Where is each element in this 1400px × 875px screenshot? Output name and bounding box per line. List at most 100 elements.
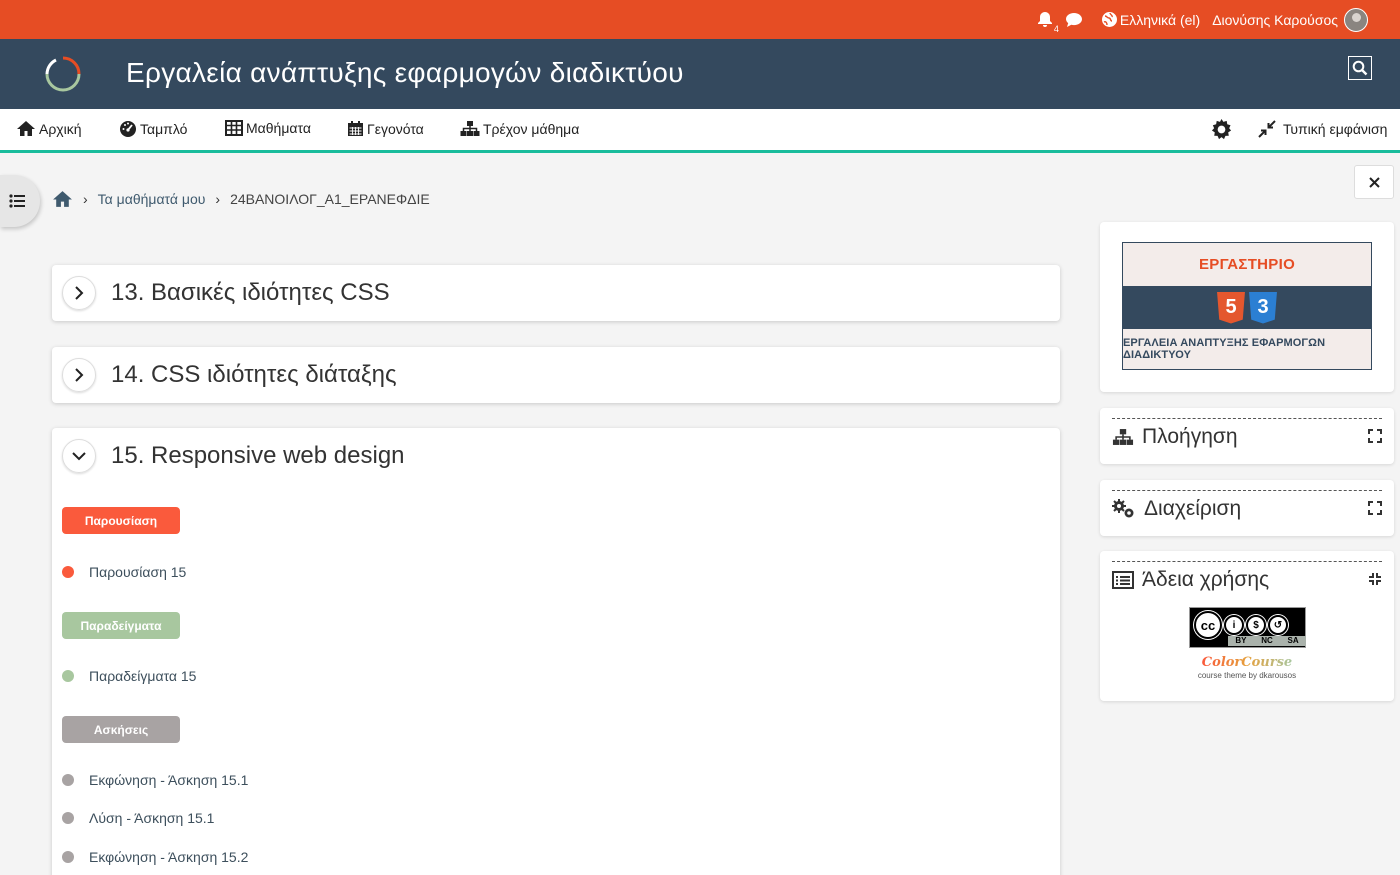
list-icon bbox=[9, 194, 25, 208]
nav-events[interactable]: Γεγονότα bbox=[347, 120, 424, 137]
activity-item[interactable]: Παραδείγματα 15 bbox=[62, 668, 196, 684]
course-section-14: 14. CSS ιδιότητες διάταξης bbox=[52, 347, 1060, 403]
administration-block: Διαχείριση bbox=[1100, 480, 1394, 536]
close-drawer-button[interactable] bbox=[1354, 165, 1394, 199]
activity-link[interactable]: Εκφώνηση - Άσκηση 15.2 bbox=[89, 849, 248, 865]
site-header: Εργαλεία ανάπτυξης εφαρμογών διαδικτύου bbox=[0, 39, 1400, 109]
site-title[interactable]: Εργαλεία ανάπτυξης εφαρμογών διαδικτύου bbox=[126, 57, 684, 89]
course-section-13: 13. Βασικές ιδιότητες CSS bbox=[52, 265, 1060, 321]
section-title[interactable]: 13. Βασικές ιδιότητες CSS bbox=[111, 279, 390, 307]
section-header[interactable]: 14. CSS ιδιότητες διάταξης bbox=[52, 347, 1060, 403]
nav-dashboard[interactable]: Ταμπλό bbox=[119, 120, 187, 138]
settings-button[interactable] bbox=[1210, 118, 1236, 141]
nav-courses[interactable]: Μαθήματα bbox=[225, 120, 311, 136]
activity-item[interactable]: Εκφώνηση - Άσκηση 15.2 bbox=[62, 849, 248, 865]
block-title: Πλοήγηση bbox=[1142, 424, 1238, 448]
nav-current-course-label: Τρέχον μάθημα bbox=[483, 120, 580, 137]
label-presentation: Παρουσίαση bbox=[62, 507, 180, 534]
cc-labels: BY NC SA bbox=[1228, 636, 1306, 646]
nav-home-label: Αρχική bbox=[39, 120, 82, 137]
sitemap-icon bbox=[460, 121, 480, 136]
expand-icon[interactable] bbox=[1368, 429, 1382, 443]
breadcrumb-my-courses[interactable]: Τα μαθήματά μου bbox=[98, 191, 206, 207]
section-header[interactable]: 13. Βασικές ιδιότητες CSS bbox=[52, 265, 1060, 321]
theme-byline: course theme by dkarousos bbox=[1197, 671, 1297, 680]
expand-icon[interactable] bbox=[1368, 501, 1382, 515]
label-examples: Παραδείγματα bbox=[62, 612, 180, 639]
section-title[interactable]: 15. Responsive web design bbox=[111, 442, 405, 470]
language-label: Ελληνικά (el) bbox=[1119, 11, 1201, 28]
activity-link[interactable]: Εκφώνηση - Άσκηση 15.1 bbox=[89, 772, 248, 788]
activity-link[interactable]: Παραδείγματα 15 bbox=[89, 668, 196, 684]
top-bar: 4 Ελληνικά (el) Διονύσης Καρούσος bbox=[0, 0, 1400, 39]
banner-title: ΕΡΓΑΣΤΗΡΙΟ bbox=[1123, 243, 1371, 286]
course-banner-block: ΕΡΓΑΣΤΗΡΙΟ 5 3 ΕΡΓΑΛΕΙΑ ΑΝΑΠΤΥΞΗΣ ΕΦΑΡΜΟ… bbox=[1100, 222, 1394, 392]
user-menu[interactable]: Διονύσης Καρούσος bbox=[1212, 7, 1368, 32]
standard-view-toggle[interactable]: Τυπική εμφάνιση bbox=[1258, 120, 1387, 138]
notifications-button[interactable]: 4 bbox=[1037, 11, 1059, 34]
activity-link[interactable]: Παρουσίαση 15 bbox=[89, 564, 186, 580]
block-title: Διαχείριση bbox=[1144, 496, 1242, 520]
chevron-right-icon: › bbox=[83, 191, 88, 207]
course-section-15: 15. Responsive web design Παρουσίαση Παρ… bbox=[52, 428, 1060, 875]
breadcrumb: › Τα μαθήματά μου › 24ΒΑΝΟΙΛΟΓ_Α1_ΕΡΑΝΕΦ… bbox=[52, 186, 430, 212]
site-logo[interactable] bbox=[44, 55, 82, 93]
navigation-block: Πλοήγηση bbox=[1100, 408, 1394, 464]
nav-home[interactable]: Αρχική bbox=[16, 120, 82, 137]
list-alt-icon bbox=[1112, 570, 1134, 589]
messages-button[interactable] bbox=[1065, 12, 1083, 28]
activity-dot bbox=[62, 851, 74, 863]
home-icon[interactable] bbox=[52, 190, 73, 208]
expand-section-button[interactable] bbox=[62, 276, 96, 310]
activity-item[interactable]: Λύση - Άσκηση 15.1 bbox=[62, 810, 214, 826]
section-header[interactable]: 15. Responsive web design bbox=[52, 428, 1060, 484]
creative-commons-badge[interactable]: cc i $ ↺ BY NC SA bbox=[1189, 607, 1306, 648]
nav-courses-label: Μαθήματα bbox=[246, 120, 311, 136]
user-name: Διονύσης Καρούσος bbox=[1212, 11, 1338, 28]
html5-icon: 5 bbox=[1217, 291, 1245, 324]
nav-events-label: Γεγονότα bbox=[367, 120, 424, 137]
chevron-right-icon: › bbox=[215, 191, 221, 207]
activity-item[interactable]: Παρουσίαση 15 bbox=[62, 564, 186, 580]
chevron-right-icon bbox=[75, 286, 84, 300]
cc-label-nc: NC bbox=[1261, 636, 1273, 645]
logo-icon bbox=[45, 56, 81, 92]
table-icon bbox=[225, 120, 243, 136]
breadcrumb-course[interactable]: 24ΒΑΝΟΙΛΟΓ_Α1_ΕΡΑΝΕΦΔΙΕ bbox=[230, 191, 430, 207]
nav-current-course[interactable]: Τρέχον μάθημα bbox=[460, 120, 579, 137]
avatar bbox=[1344, 7, 1368, 32]
search-button[interactable] bbox=[1348, 56, 1372, 80]
notification-count: 4 bbox=[1053, 23, 1059, 34]
activity-dot bbox=[62, 566, 74, 578]
language-menu[interactable]: Ελληνικά (el) bbox=[1101, 11, 1200, 28]
activity-item[interactable]: Εκφώνηση - Άσκηση 15.1 bbox=[62, 772, 248, 788]
section-title[interactable]: 14. CSS ιδιότητες διάταξης bbox=[111, 361, 397, 389]
expand-section-button[interactable] bbox=[62, 358, 96, 392]
block-header: Διαχείριση bbox=[1112, 490, 1382, 526]
course-index-toggle[interactable] bbox=[0, 175, 40, 227]
cogs-icon bbox=[1112, 498, 1134, 517]
noncommercial-icon: $ bbox=[1246, 615, 1266, 635]
activity-link[interactable]: Λύση - Άσκηση 15.1 bbox=[89, 810, 214, 826]
home-icon bbox=[17, 121, 35, 136]
collapse-icon[interactable] bbox=[1368, 572, 1382, 586]
banner-logos: 5 3 bbox=[1123, 286, 1371, 329]
cc-circles: cc i $ ↺ bbox=[1190, 608, 1305, 639]
cc-label-sa: SA bbox=[1287, 636, 1299, 645]
sitemap-icon bbox=[1112, 428, 1134, 445]
nav-dashboard-label: Ταμπλό bbox=[140, 121, 188, 137]
activity-dot bbox=[62, 774, 74, 786]
block-title: Άδεια χρήσης bbox=[1142, 567, 1270, 591]
gear-icon bbox=[1211, 118, 1232, 140]
bell-icon bbox=[1037, 12, 1052, 27]
search-icon bbox=[1352, 60, 1368, 76]
collapse-section-button[interactable] bbox=[62, 439, 96, 473]
block-drawer: ΕΡΓΑΣΤΗΡΙΟ 5 3 ΕΡΓΑΛΕΙΑ ΑΝΑΠΤΥΞΗΣ ΕΦΑΡΜΟ… bbox=[1094, 153, 1400, 875]
attribution-icon: i bbox=[1224, 615, 1244, 635]
course-banner: ΕΡΓΑΣΤΗΡΙΟ 5 3 ΕΡΓΑΛΕΙΑ ΑΝΑΠΤΥΞΗΣ ΕΦΑΡΜΟ… bbox=[1122, 242, 1372, 370]
colorcourse-text: ColorCourse bbox=[1201, 655, 1293, 670]
activity-dot bbox=[62, 812, 74, 824]
block-header: Πλοήγηση bbox=[1112, 418, 1382, 454]
sharealike-icon: ↺ bbox=[1268, 615, 1288, 635]
label-exercises: Ασκήσεις bbox=[62, 716, 180, 743]
